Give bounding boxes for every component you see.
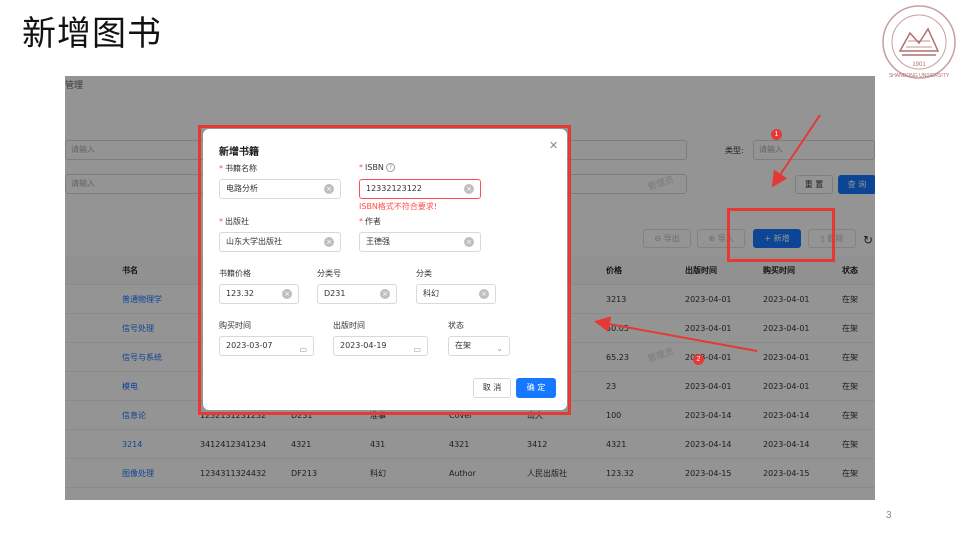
publisher-cell: 人民出版社	[527, 469, 567, 478]
pub-date-cell: 2023-04-01	[685, 382, 732, 391]
price-cell: 65.23	[606, 353, 629, 362]
logo-text: SHANDONG UNIVERSITY	[889, 73, 950, 79]
pub-date-cell: 2023-04-01	[685, 324, 732, 333]
price-cell: 123.32	[606, 469, 634, 478]
query-button[interactable]: 查 询	[838, 175, 875, 194]
reset-button[interactable]: 重 置	[795, 175, 833, 194]
book-title-link[interactable]: 信号与系统	[122, 343, 162, 372]
price-cell: 23	[606, 382, 617, 391]
type-input[interactable]: 请输入	[753, 140, 875, 160]
book-title-link[interactable]: 图像处理	[122, 459, 154, 488]
breadcrumb: 管理	[65, 81, 84, 91]
price-cell: 100	[606, 411, 622, 420]
export-icon: ⊖	[654, 234, 664, 243]
pub-date-cell: 2023-04-01	[685, 353, 732, 362]
col-header-price: 价格	[606, 266, 622, 275]
import-icon: ⊕	[708, 234, 718, 243]
dialog-highlight-box	[198, 125, 571, 415]
price-cell: 4321	[606, 440, 627, 449]
category-cell: 科幻	[370, 469, 386, 478]
buy-date-cell: 2023-04-14	[763, 411, 810, 420]
author-cell: Author	[449, 469, 476, 478]
buy-date-cell: 2023-04-01	[763, 353, 810, 362]
book-title-link[interactable]: 普通物理学	[122, 285, 162, 314]
pub-date-cell: 2023-04-01	[685, 295, 732, 304]
buy-date-cell: 2023-04-14	[763, 440, 810, 449]
isbn-cell: 1234311324432	[200, 469, 267, 478]
status-cell: 在架	[842, 440, 858, 449]
price-cell: 50.05	[606, 324, 629, 333]
refresh-icon[interactable]: ↻	[863, 233, 873, 247]
price-cell: 3213	[606, 295, 627, 304]
page-number: 3	[886, 510, 892, 521]
status-cell: 在架	[842, 469, 858, 478]
category-cell: 431	[370, 440, 386, 449]
type-label: 类型:	[725, 146, 744, 155]
buy-date-cell: 2023-04-01	[763, 382, 810, 391]
status-cell: 在架	[842, 382, 858, 391]
class-no-cell: 4321	[291, 440, 312, 449]
book-title-link[interactable]: 3214	[122, 430, 142, 459]
buy-date-cell: 2023-04-01	[763, 295, 810, 304]
isbn-cell: 3412412341234	[200, 440, 267, 449]
buy-date-cell: 2023-04-01	[763, 324, 810, 333]
export-button[interactable]: ⊖ 导出	[643, 229, 691, 248]
book-title-link[interactable]: 模电	[122, 372, 138, 401]
status-cell: 在架	[842, 324, 858, 333]
book-title-link[interactable]: 信息论	[122, 401, 146, 430]
status-cell: 在架	[842, 353, 858, 362]
status-cell: 在架	[842, 411, 858, 420]
book-title-link[interactable]: 信号处理	[122, 314, 154, 343]
pub-date-cell: 2023-04-14	[685, 440, 732, 449]
slide-title: 新增图书	[22, 14, 162, 54]
table-row[interactable]: 图像处理 1234311324432 DF213 科幻 Author 人民出版社…	[65, 459, 875, 488]
add-button-highlight-box	[727, 208, 835, 262]
col-header-name: 书名	[122, 266, 138, 275]
class-no-cell: DF213	[291, 469, 318, 478]
status-cell: 在架	[842, 295, 858, 304]
university-logo: 1901 SHANDONG UNIVERSITY	[882, 5, 956, 79]
pub-date-cell: 2023-04-15	[685, 469, 732, 478]
step-badge-1: 1	[771, 129, 782, 140]
table-row[interactable]: 3214 3412412341234 4321 431 4321 3412 43…	[65, 430, 875, 459]
step-badge-2: 2	[693, 354, 704, 365]
pub-date-cell: 2023-04-14	[685, 411, 732, 420]
logo-year: 1901	[912, 62, 926, 68]
publisher-cell: 3412	[527, 440, 548, 449]
col-header-pub-date: 出版时间	[685, 266, 717, 275]
col-header-status: 状态	[842, 266, 858, 275]
author-cell: 4321	[449, 440, 470, 449]
buy-date-cell: 2023-04-15	[763, 469, 810, 478]
